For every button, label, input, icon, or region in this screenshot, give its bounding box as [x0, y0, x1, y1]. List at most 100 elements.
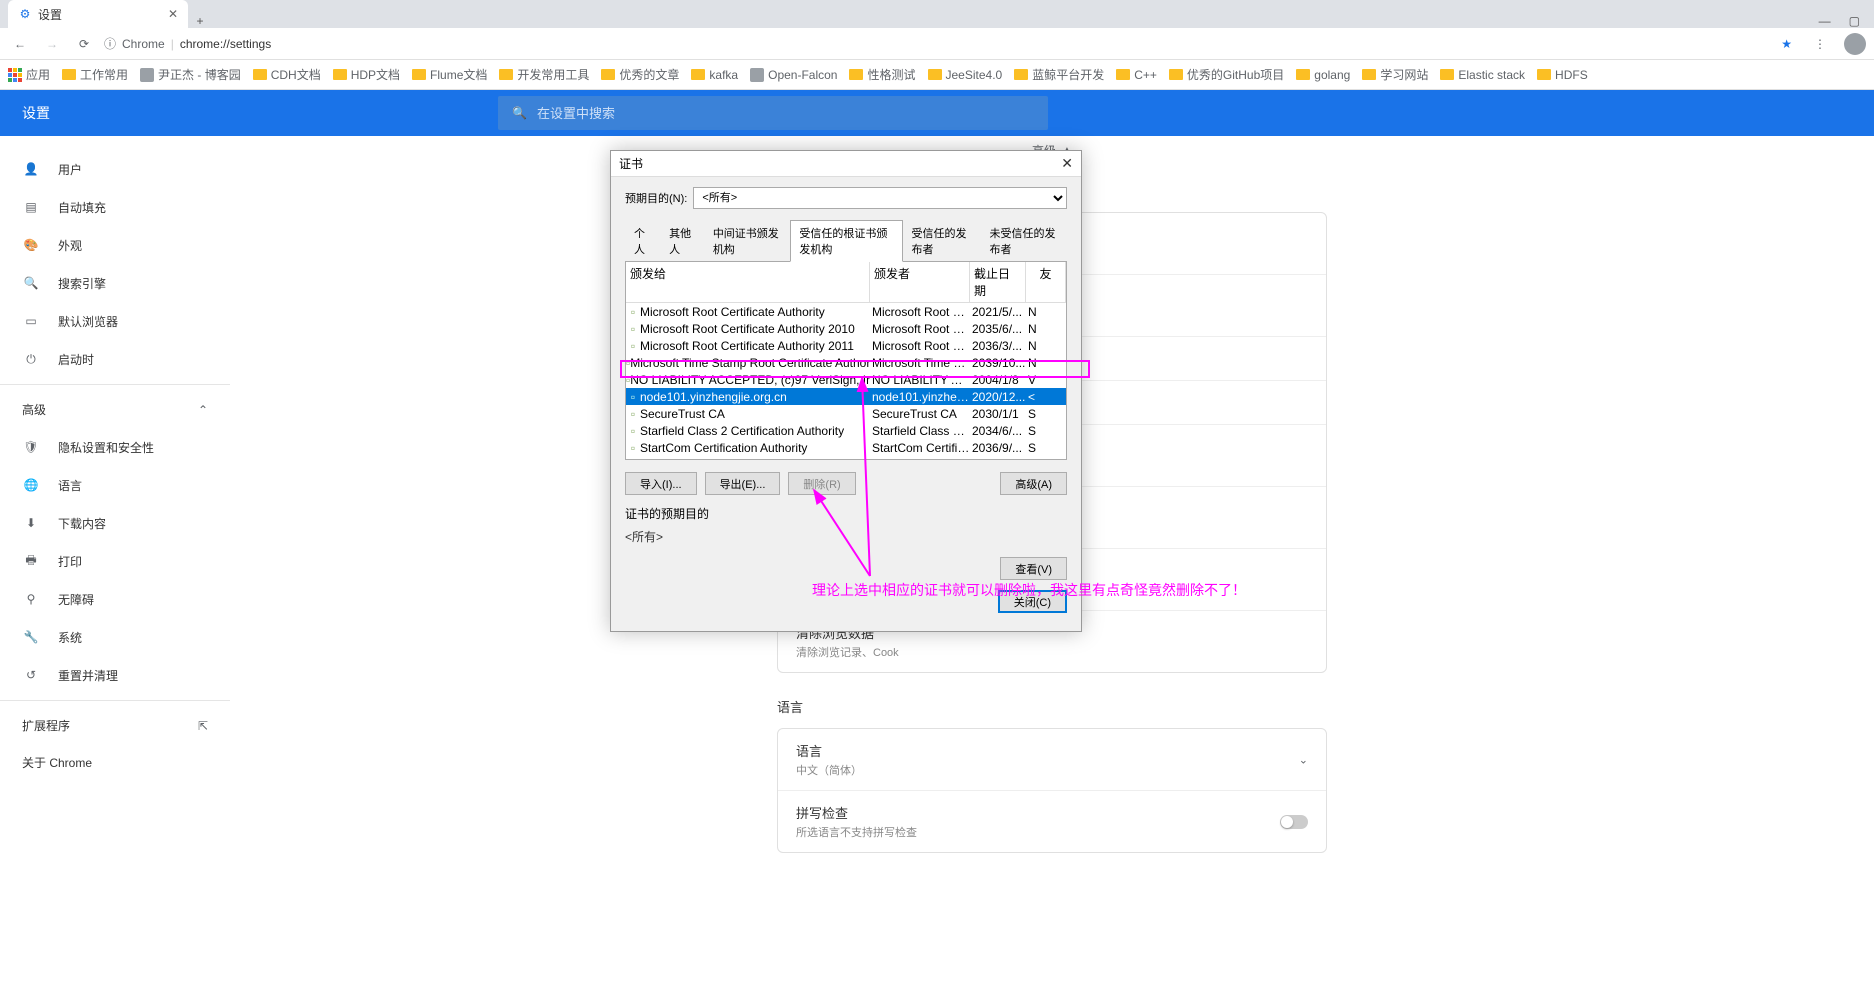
dialog-close-icon[interactable]: ✕: [1061, 155, 1073, 172]
settings-header: 设置 🔍: [0, 90, 1874, 136]
cert-tab[interactable]: 中间证书颁发机构: [704, 220, 791, 262]
col-expiry[interactable]: 截止日期: [970, 262, 1026, 302]
sidebar-item[interactable]: ⏻启动时: [0, 340, 230, 378]
bookmark-item[interactable]: Elastic stack: [1440, 66, 1525, 83]
bookmark-item[interactable]: HDFS: [1537, 66, 1588, 83]
profile-avatar[interactable]: [1844, 33, 1866, 55]
bookmark-item[interactable]: Flume文档: [412, 66, 487, 83]
cert-tab[interactable]: 个人: [625, 220, 660, 262]
cert-row[interactable]: ▫SecureTrust CASecureTrust CA2030/1/1S: [626, 405, 1066, 422]
menu-icon[interactable]: ⋮: [1808, 37, 1832, 51]
bookmark-label: 开发常用工具: [517, 66, 589, 83]
annotation-text: 理论上选中相应的证书就可以删除啦，我这里有点奇怪竟然删除不了！: [812, 580, 1246, 600]
cert-row[interactable]: ▫Microsoft Time Stamp Root Certificate A…: [626, 354, 1066, 371]
import-button[interactable]: 导入(I)...: [625, 472, 697, 495]
dialog-view-row: 查看(V): [625, 557, 1067, 580]
dialog-titlebar: 证书 ✕: [611, 151, 1081, 177]
browser-tab[interactable]: ⚙ 设置 ✕: [8, 0, 188, 28]
maximize-icon[interactable]: ▢: [1849, 14, 1860, 28]
tab-close-icon[interactable]: ✕: [168, 7, 178, 21]
sidebar-extensions[interactable]: 扩展程序 ⇱: [0, 707, 230, 744]
bookmark-item[interactable]: 学习网站: [1362, 66, 1428, 83]
cert-row[interactable]: ▫Microsoft Root Certificate AuthorityMic…: [626, 303, 1066, 320]
site-info-icon[interactable]: ⓘ: [104, 35, 116, 52]
minimize-icon[interactable]: —: [1819, 14, 1831, 28]
cert-tab[interactable]: 受信任的根证书颁发机构: [790, 220, 902, 262]
sidebar-item[interactable]: ▤自动填充: [0, 188, 230, 226]
sidebar-item[interactable]: 👤用户: [0, 150, 230, 188]
bookmark-item[interactable]: golang: [1296, 66, 1350, 83]
reload-button[interactable]: ⟳: [72, 37, 96, 51]
sidebar-item[interactable]: ⚲无障碍: [0, 580, 230, 618]
sidebar-item[interactable]: 🛡隐私设置和安全性: [0, 428, 230, 466]
col-friendly[interactable]: 友: [1026, 262, 1066, 302]
bookmark-label: 学习网站: [1380, 66, 1428, 83]
bookmark-item[interactable]: 性格测试: [849, 66, 915, 83]
cert-row[interactable]: ▫StartCom Certification AuthorityStartCo…: [626, 439, 1066, 456]
sidebar-item[interactable]: ↺重置并清理: [0, 656, 230, 694]
toggle-switch[interactable]: [1280, 815, 1308, 829]
sidebar-item[interactable]: ▭默认浏览器: [0, 302, 230, 340]
sidebar-item-label: 启动时: [58, 351, 94, 368]
sidebar-advanced-header[interactable]: 高级 ⌃: [0, 391, 230, 428]
cert-friendly: S: [1026, 424, 1066, 438]
bookmark-item[interactable]: HDP文档: [333, 66, 400, 83]
sidebar-item[interactable]: 🔧系统: [0, 618, 230, 656]
folder-icon: [928, 69, 942, 80]
cert-tab[interactable]: 未受信任的发布者: [980, 220, 1067, 262]
new-tab-button[interactable]: +: [188, 14, 212, 28]
sidebar-item[interactable]: 🔍搜索引擎: [0, 264, 230, 302]
cert-tab[interactable]: 其他人: [660, 220, 704, 262]
folder-icon: [412, 69, 426, 80]
bookmark-item[interactable]: 尹正杰 - 博客园: [140, 66, 241, 83]
bookmark-item[interactable]: 开发常用工具: [499, 66, 589, 83]
bookmark-item[interactable]: 蓝鲸平台开发: [1014, 66, 1104, 83]
col-issued-to[interactable]: 颁发给: [626, 262, 870, 302]
bookmark-label: Open-Falcon: [768, 68, 837, 82]
col-issued-by[interactable]: 颁发者: [870, 262, 970, 302]
row-title: 拼写检查: [796, 803, 1308, 822]
advanced-button[interactable]: 高级(A): [1000, 472, 1067, 495]
page-icon: [750, 68, 764, 82]
settings-search[interactable]: 🔍: [498, 96, 1048, 130]
cert-issuer: Microsoft Root Ce...: [870, 339, 970, 353]
cert-row[interactable]: ▫Microsoft Root Certificate Authority 20…: [626, 320, 1066, 337]
cert-tab[interactable]: 受信任的发布者: [903, 220, 981, 262]
export-button[interactable]: 导出(E)...: [705, 472, 781, 495]
search-icon: 🔍: [512, 106, 527, 120]
cert-row[interactable]: ▫Starfield Class 2 Certification Authori…: [626, 422, 1066, 439]
sidebar-item[interactable]: 🖶打印: [0, 542, 230, 580]
sidebar-item[interactable]: ⬇下载内容: [0, 504, 230, 542]
cert-row[interactable]: ▫Microsoft Root Certificate Authority 20…: [626, 337, 1066, 354]
sidebar-item[interactable]: 🌐语言: [0, 466, 230, 504]
bookmark-item[interactable]: kafka: [691, 66, 738, 83]
bookmark-item[interactable]: JeeSite4.0: [928, 66, 1003, 83]
bookmark-item[interactable]: 优秀的文章: [601, 66, 679, 83]
search-input[interactable]: [537, 106, 1034, 121]
url-field[interactable]: ⓘ Chrome | chrome://settings: [104, 35, 1773, 52]
back-button[interactable]: ←: [8, 37, 32, 51]
card-row[interactable]: 语言中文（简体）⌄: [778, 729, 1326, 791]
apps-button[interactable]: 应用: [8, 66, 50, 83]
card-row[interactable]: 拼写检查所选语言不支持拼写检查: [778, 791, 1326, 852]
bookmark-item[interactable]: 工作常用: [62, 66, 128, 83]
sidebar-item[interactable]: 🎨外观: [0, 226, 230, 264]
bookmark-item[interactable]: C++: [1116, 66, 1157, 83]
cert-row[interactable]: ▫node101.yinzhengjie.org.cnnode101.yinzh…: [626, 388, 1066, 405]
cert-row[interactable]: ▫NO LIABILITY ACCEPTED, (c)97 VeriSign, …: [626, 371, 1066, 388]
bookmark-item[interactable]: 优秀的GitHub项目: [1169, 66, 1284, 83]
sidebar-about[interactable]: 关于 Chrome: [0, 744, 230, 781]
delete-button[interactable]: 删除(R): [788, 472, 855, 495]
folder-icon: [1116, 69, 1130, 80]
view-button[interactable]: 查看(V): [1000, 557, 1067, 580]
cert-name: StartCom Certification Authority: [640, 441, 807, 455]
bookmark-item[interactable]: Open-Falcon: [750, 66, 837, 83]
bookmark-item[interactable]: CDH文档: [253, 66, 321, 83]
cert-friendly: N: [1026, 356, 1066, 370]
intended-purpose-combo[interactable]: <所有>: [693, 187, 1067, 209]
bookmark-label: HDP文档: [351, 66, 400, 83]
cert-icon: ▫: [626, 407, 640, 421]
sidebar-icon: ▤: [22, 198, 40, 216]
forward-button[interactable]: →: [40, 37, 64, 51]
bookmark-star-icon[interactable]: ★: [1781, 37, 1792, 51]
